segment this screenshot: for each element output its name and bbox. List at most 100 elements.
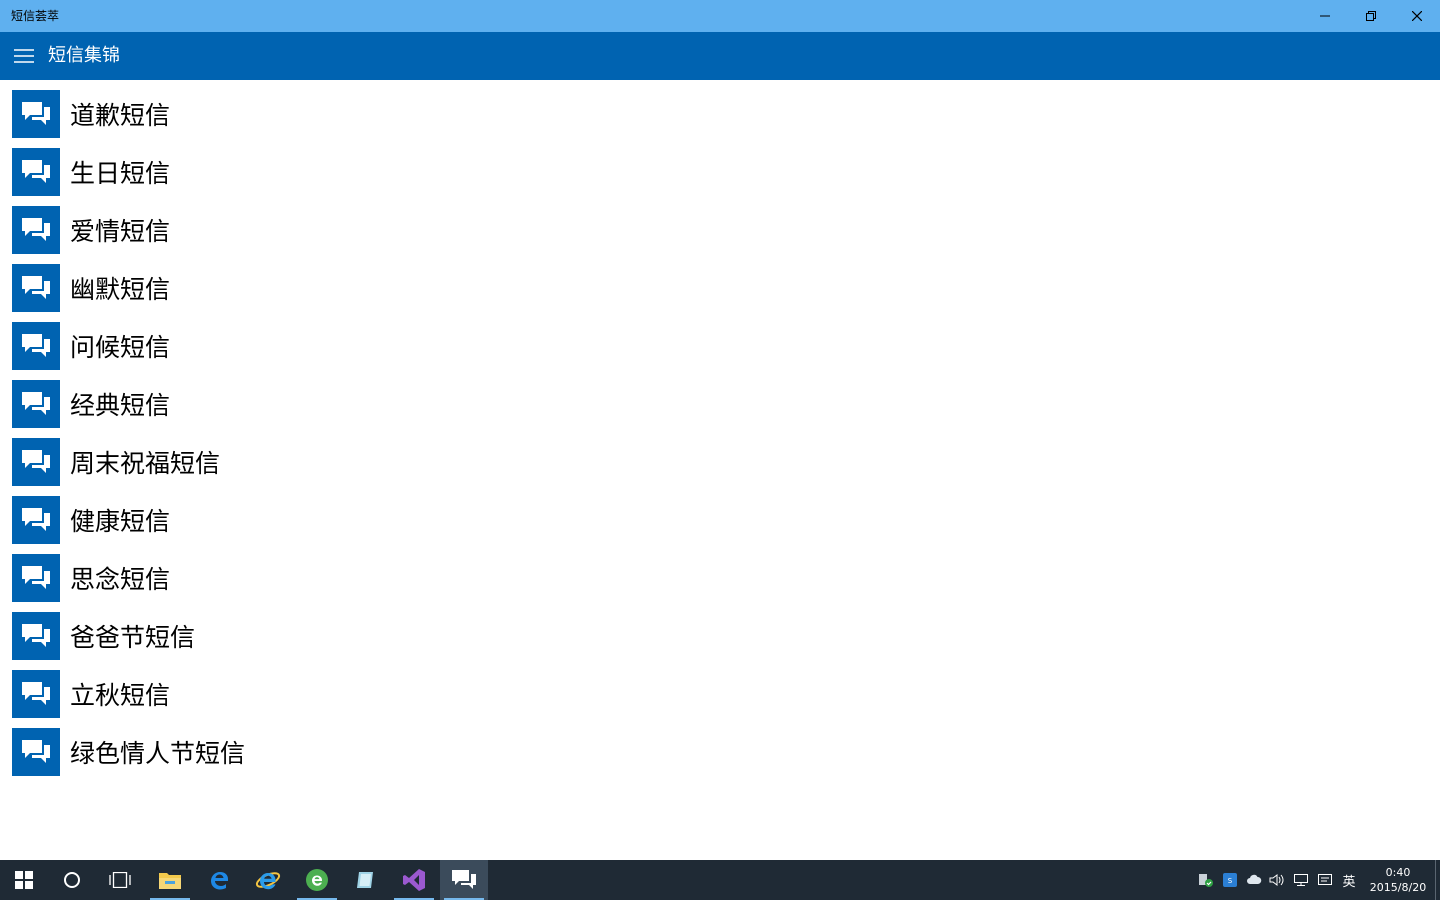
cortana-circle-icon [64,872,80,888]
taskbar-internet-explorer[interactable] [244,860,292,900]
chat-icon-tile [12,264,60,312]
chat-icon [22,218,50,241]
clock-time: 0:40 [1385,866,1411,879]
chat-icon-tile [12,90,60,138]
category-list: 道歉短信生日短信爱情短信幽默短信问候短信经典短信周末祝福短信 健康短信思念短信爸爸… [12,90,245,786]
chat-icon-tile [12,206,60,254]
tray-input-method[interactable]: 英 [1339,860,1359,900]
list-item-label: 思念短信 [70,565,171,594]
chat-icon [22,334,50,357]
minimize-icon [1320,15,1330,17]
list-item[interactable]: 道歉短信 [12,90,245,138]
list-item[interactable]: 立秋短信 [12,670,245,718]
list-item[interactable]: 健康短信 [12,496,245,544]
show-desktop-button[interactable] [1435,860,1440,900]
svg-text:S: S [1228,877,1233,885]
list-item-label: 爸爸节短信 [70,623,196,652]
taskbar-app-tile[interactable] [342,860,390,900]
tray-app-icon: S [1223,873,1237,887]
app-tile-icon [357,872,373,888]
list-item[interactable]: 问候短信 [12,322,245,370]
hamburger-icon [14,49,34,63]
list-item-label: 周末祝福短信 [70,449,221,478]
list-item-label: 经典短信 [70,391,171,420]
window-title: 短信荟萃 [11,9,60,23]
visual-studio-icon [403,869,425,891]
taskbar-visual-studio[interactable] [390,860,438,900]
taskbar-edge[interactable] [195,860,243,900]
list-item-label: 绿色情人节短信 [70,739,246,768]
chat-icon-tile [12,496,60,544]
task-view-icon [109,872,131,888]
taskbar: S 英 0:40 2015/8/20 [0,860,1440,900]
green-browser-icon [306,869,328,891]
list-item[interactable]: 经典短信 [12,380,245,428]
chat-icon [22,624,50,647]
speaker-icon [1269,874,1284,886]
taskbar-clock[interactable]: 0:40 2015/8/20 [1364,860,1432,900]
list-item-label: 爱情短信 [70,217,171,246]
minimize-button[interactable] [1302,0,1348,32]
tray-volume[interactable] [1267,860,1287,900]
chat-icon [22,392,50,415]
chat-icon [22,740,50,763]
list-item[interactable]: 思念短信 [12,554,245,602]
list-item-label: 健康短信 [70,507,171,536]
hamburger-menu-button[interactable] [8,40,40,72]
close-icon [1412,11,1422,21]
restore-icon [1366,11,1376,21]
shield-check-icon [1199,874,1213,887]
chat-icon-tile [12,554,60,602]
tray-network[interactable] [1291,860,1311,900]
cortana-button[interactable] [48,860,96,900]
chat-icon [452,870,476,889]
chat-icon [22,276,50,299]
list-item[interactable]: 周末祝福短信 [12,438,245,486]
window-titlebar: 短信荟萃 [0,0,1440,32]
list-item-label: 幽默短信 [70,275,171,304]
clock-date: 2015/8/20 [1369,881,1427,894]
list-item[interactable]: 绿色情人节短信 [12,728,245,776]
taskbar-file-explorer[interactable] [146,860,194,900]
chat-icon [22,508,50,531]
chat-icon [22,566,50,589]
chat-icon [22,160,50,183]
list-item[interactable]: 幽默短信 [12,264,245,312]
tray-notifications[interactable] [1315,860,1335,900]
taskbar-sms-app[interactable] [440,860,488,900]
network-icon [1294,874,1308,886]
close-button[interactable] [1394,0,1440,32]
chat-icon-tile [12,380,60,428]
chat-icon-tile [12,322,60,370]
restore-button[interactable] [1348,0,1394,32]
chat-icon [22,682,50,705]
tray-cloud[interactable] [1244,860,1264,900]
start-button[interactable] [0,860,48,900]
folder-icon [159,873,181,889]
taskbar-browser-green[interactable] [293,860,341,900]
list-item[interactable]: 爱情短信 [12,206,245,254]
page-title: 短信集锦 [48,45,120,66]
chat-icon-tile [12,670,60,718]
tray-app-badge[interactable]: S [1220,860,1240,900]
chat-icon-tile [12,148,60,196]
list-item[interactable]: 爸爸节短信 [12,612,245,660]
chat-icon [22,450,50,473]
tray-security[interactable] [1196,860,1216,900]
windows-logo-icon [15,871,33,889]
chat-icon-tile [12,438,60,486]
list-item-label: 立秋短信 [70,681,171,710]
list-item-label: 道歉短信 [70,101,171,130]
edge-icon [211,872,228,890]
list-item-label: 生日短信 [70,159,171,188]
task-view-button[interactable] [96,860,144,900]
internet-explorer-icon [255,872,281,890]
cloud-icon [1247,874,1262,884]
app-header: 短信集锦 [0,32,1440,80]
chat-icon-tile [12,612,60,660]
chat-icon [22,102,50,125]
chat-icon-tile [12,728,60,776]
message-center-icon [1318,874,1332,885]
list-item-label: 问候短信 [70,333,171,362]
list-item[interactable]: 生日短信 [12,148,245,196]
